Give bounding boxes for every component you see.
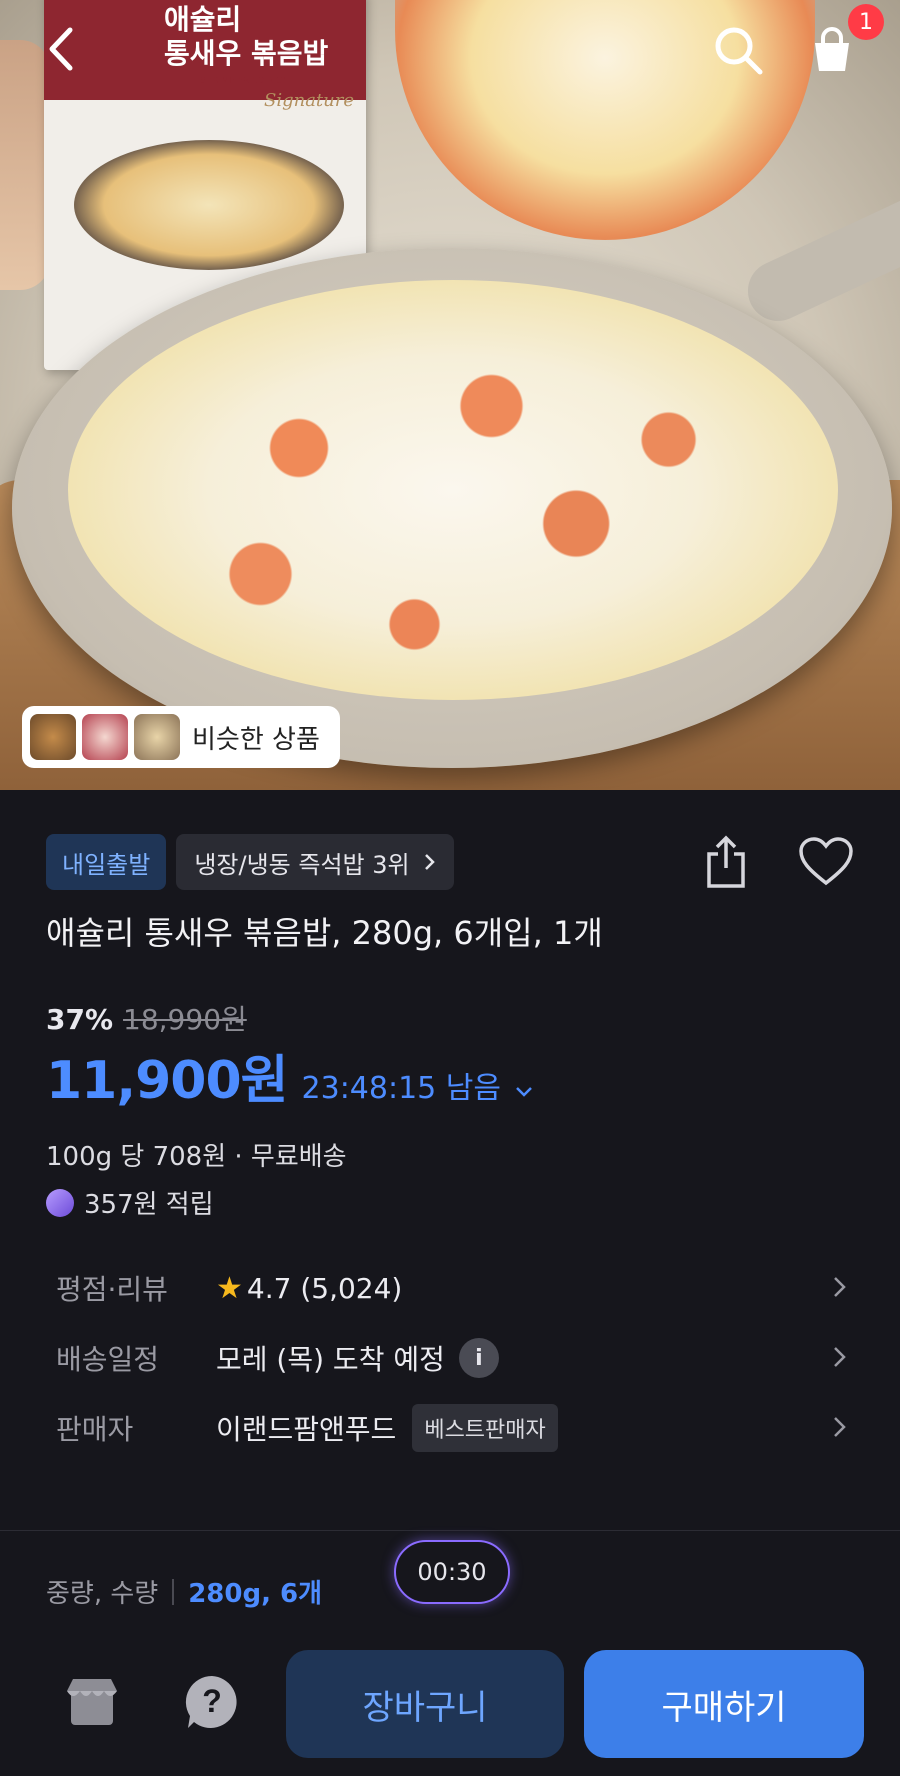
original-price: 18,990원: [123, 1003, 247, 1036]
product-image[interactable]: 애슐리 통새우 볶음밥 SHRIMP FRIED RICE Signature …: [0, 0, 900, 790]
back-icon[interactable]: [36, 24, 86, 74]
similar-thumb: [82, 714, 128, 760]
best-seller-badge: 베스트판매자: [412, 1404, 558, 1452]
seller-row[interactable]: 판매자 이랜드팜앤푸드 베스트판매자: [0, 1398, 900, 1458]
option-value: 280g, 6개: [188, 1579, 323, 1609]
shipping-row[interactable]: 배송일정 모레 (목) 도착 예정 i: [0, 1328, 900, 1388]
package-signature-text: Signature: [264, 90, 355, 111]
sale-timer: 23:48:15 남음: [301, 1071, 501, 1106]
separator: [172, 1578, 175, 1605]
package-english-text: SHRIMP FRIED RICE: [200, 76, 288, 86]
sale-price: 11,900원: [46, 1051, 289, 1111]
shipping-label: 배송일정: [56, 1343, 160, 1376]
similar-thumb: [30, 714, 76, 760]
points-row: 357원 적립: [46, 1184, 214, 1221]
chevron-right-icon: [834, 1277, 846, 1297]
shipping-value: 모레 (목) 도착 예정: [216, 1343, 445, 1376]
category-rank-badge[interactable]: 냉장/냉동 즉석밥 3위: [176, 834, 454, 890]
info-icon[interactable]: i: [458, 1338, 499, 1378]
similar-products-label: 비슷한 상품: [192, 724, 320, 755]
timer-pill: 00:30: [394, 1540, 510, 1604]
rating-row[interactable]: 평점·리뷰 ★ 4.7 (5,024): [0, 1258, 900, 1318]
delivery-badge: 내일출발: [46, 834, 167, 890]
price-row: 11,900원 23:48:15 남음: [46, 1038, 533, 1113]
search-icon[interactable]: [710, 22, 766, 78]
share-icon[interactable]: [694, 830, 758, 894]
chevron-right-icon: [834, 1417, 846, 1437]
bottom-action-bar: ? 장바구니 구매하기: [0, 1640, 900, 1776]
chevron-right-icon: [424, 854, 435, 870]
similar-products-button[interactable]: 비슷한 상품: [22, 706, 340, 768]
svg-text:?: ?: [202, 1683, 222, 1719]
rating-label: 평점·리뷰: [56, 1273, 168, 1306]
similar-thumb: [134, 714, 180, 760]
store-icon[interactable]: [60, 1670, 124, 1734]
option-summary[interactable]: 중량, 수량 280g, 6개: [46, 1573, 322, 1610]
add-to-cart-button[interactable]: 장바구니: [286, 1650, 564, 1758]
cart-count-badge: 1: [848, 4, 884, 40]
divider: [0, 1530, 900, 1531]
unit-price-shipping: 100g 당 708원 · 무료배송: [46, 1142, 347, 1172]
rating-value: 4.7 (5,024): [246, 1271, 403, 1305]
product-title: 애슐리 통새우 볶음밥, 280g, 6개입, 1개: [46, 914, 603, 952]
heart-icon[interactable]: [794, 830, 858, 894]
points-icon: [46, 1188, 74, 1217]
buy-now-button[interactable]: 구매하기: [584, 1650, 864, 1758]
points-label: 357원 적립: [84, 1190, 214, 1220]
star-icon: ★: [216, 1270, 243, 1306]
option-label: 중량, 수량: [46, 1579, 159, 1609]
package-name-text: 통새우 볶음밥: [164, 37, 329, 70]
help-icon[interactable]: ?: [180, 1670, 244, 1734]
seller-label: 판매자: [56, 1413, 134, 1446]
fried-rice-image: [68, 280, 838, 700]
chevron-down-icon[interactable]: [515, 1086, 533, 1098]
seller-value: 이랜드팜앤푸드: [216, 1413, 397, 1446]
pan-handle-image: [738, 179, 900, 331]
discount-row: 37% 18,990원: [46, 998, 247, 1038]
category-rank-label: 냉장/냉동 즉석밥 3위: [194, 850, 410, 879]
chevron-right-icon: [834, 1347, 846, 1367]
side-dish-image: [0, 40, 50, 290]
discount-percent: 37%: [46, 1003, 114, 1036]
